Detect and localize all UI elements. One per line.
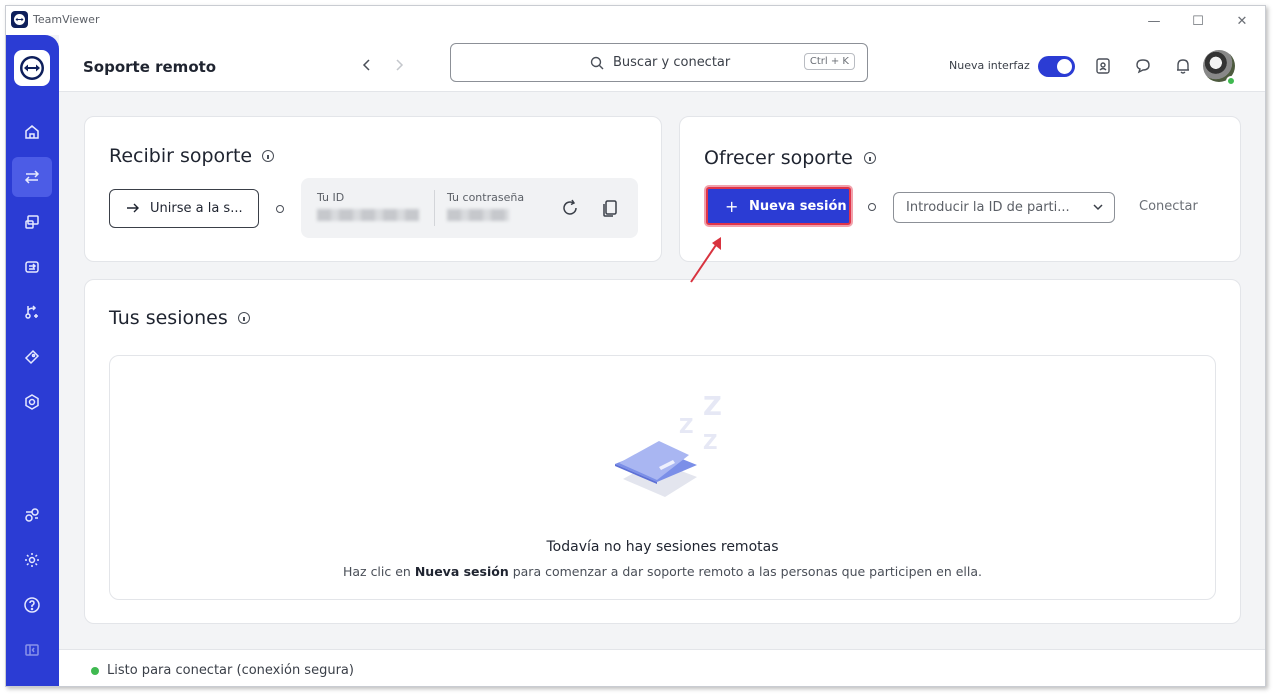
file-transfer-icon[interactable] bbox=[12, 247, 52, 287]
refresh-icon[interactable] bbox=[560, 198, 580, 218]
chevron-down-icon bbox=[1093, 204, 1103, 211]
collapse-sidebar-icon[interactable] bbox=[12, 630, 52, 670]
separator-circle bbox=[276, 205, 284, 213]
info-icon[interactable] bbox=[238, 312, 250, 324]
minimize-button[interactable]: — bbox=[1134, 10, 1174, 32]
sidebar bbox=[6, 35, 59, 686]
copy-icon[interactable] bbox=[600, 198, 620, 218]
receive-support-card: Recibir soporte Unirse a la s... Tu ID T… bbox=[84, 116, 662, 262]
forward-arrow-icon[interactable] bbox=[389, 55, 409, 75]
id-password-panel: Tu ID Tu contraseña bbox=[301, 178, 638, 238]
empty-state-subtitle: Haz clic en Nueva sesión para comenzar a… bbox=[110, 564, 1215, 579]
sleeping-laptop-illustration: Z Z Z bbox=[615, 392, 722, 497]
plus-icon: + bbox=[725, 197, 739, 216]
integrations-icon[interactable] bbox=[12, 495, 52, 535]
bell-icon[interactable] bbox=[1172, 55, 1194, 77]
app-name: TeamViewer bbox=[33, 13, 100, 26]
receive-support-title: Recibir soporte bbox=[109, 145, 253, 167]
help-icon[interactable] bbox=[12, 585, 52, 625]
search-shortcut-badge: Ctrl + K bbox=[803, 53, 855, 70]
offer-support-card: Ofrecer soporte + Nueva sesión Introduci… bbox=[679, 116, 1241, 262]
page-title: Soporte remoto bbox=[83, 58, 217, 76]
contacts-icon[interactable] bbox=[1092, 55, 1114, 77]
tag-icon[interactable] bbox=[12, 337, 52, 377]
remote-access-icon[interactable] bbox=[12, 202, 52, 242]
annotation-arrow-icon bbox=[690, 237, 721, 283]
search-icon bbox=[590, 56, 604, 70]
svg-text:Z: Z bbox=[703, 392, 722, 422]
new-session-label: Nueva sesión bbox=[749, 199, 847, 214]
join-session-label: Unirse a la s... bbox=[150, 201, 243, 216]
partner-id-input[interactable]: Introducir la ID de parti... bbox=[893, 192, 1115, 223]
divider bbox=[434, 190, 435, 226]
teamviewer-logo-icon[interactable] bbox=[14, 50, 50, 86]
teamviewer-logo-icon bbox=[11, 11, 28, 28]
remote-support-icon[interactable] bbox=[12, 157, 52, 197]
sessions-title: Tus sesiones bbox=[109, 307, 228, 329]
empty-state-sub-bold: Nueva sesión bbox=[414, 564, 509, 579]
online-status-dot bbox=[1226, 76, 1236, 86]
gear-icon[interactable] bbox=[12, 540, 52, 580]
home-icon[interactable] bbox=[12, 112, 52, 152]
close-button[interactable]: ✕ bbox=[1222, 10, 1262, 32]
search-input[interactable]: Buscar y conectar Ctrl + K bbox=[450, 43, 868, 82]
workflow-icon[interactable] bbox=[12, 292, 52, 332]
back-arrow-icon[interactable] bbox=[357, 55, 377, 75]
empty-state-title: Todavía no hay sesiones remotas bbox=[546, 539, 779, 555]
new-session-button[interactable]: + Nueva sesión bbox=[706, 187, 851, 225]
status-bar: Listo para conectar (conexión segura) bbox=[59, 649, 1265, 686]
empty-state-sub-pre: Haz clic en bbox=[342, 564, 415, 579]
info-icon[interactable] bbox=[262, 150, 274, 162]
teamviewer-window: TeamViewer — ☐ ✕ Soporte remoto Buscar y… bbox=[5, 5, 1266, 687]
chat-icon[interactable] bbox=[1132, 55, 1154, 77]
empty-state-sub-post: para comenzar a dar soporte remoto a las… bbox=[508, 564, 983, 579]
offer-support-title: Ofrecer soporte bbox=[704, 147, 853, 169]
your-id-label: Tu ID bbox=[317, 191, 345, 204]
title-bar: TeamViewer — ☐ ✕ bbox=[6, 6, 1265, 35]
device-settings-icon[interactable] bbox=[12, 382, 52, 422]
connection-status-text: Listo para conectar (conexión segura) bbox=[107, 663, 354, 678]
toggle-knob bbox=[1057, 59, 1072, 74]
your-password-value-blurred bbox=[447, 209, 509, 221]
sessions-empty-state: Z Z Z Todavía no hay sesiones remotas Ha… bbox=[109, 355, 1216, 600]
svg-text:Z: Z bbox=[703, 430, 718, 454]
maximize-button[interactable]: ☐ bbox=[1178, 10, 1218, 32]
partner-id-placeholder: Introducir la ID de parti... bbox=[906, 200, 1070, 215]
info-icon[interactable] bbox=[864, 152, 876, 164]
sessions-card: Tus sesiones Z Z Z Todavía no hay sesion… bbox=[84, 279, 1241, 624]
arrow-right-icon bbox=[127, 203, 139, 213]
header: Soporte remoto Buscar y conectar Ctrl + … bbox=[59, 35, 1265, 92]
connection-status-dot bbox=[91, 667, 99, 675]
svg-text:Z: Z bbox=[679, 414, 694, 438]
your-password-label: Tu contraseña bbox=[447, 191, 525, 204]
connect-button[interactable]: Conectar bbox=[1139, 199, 1198, 214]
your-id-value-blurred bbox=[317, 209, 419, 221]
new-interface-toggle[interactable] bbox=[1038, 56, 1075, 77]
search-placeholder: Buscar y conectar bbox=[613, 55, 731, 70]
separator-circle bbox=[868, 203, 876, 211]
join-session-button[interactable]: Unirse a la s... bbox=[109, 189, 259, 228]
new-interface-label: Nueva interfaz bbox=[949, 59, 1030, 72]
